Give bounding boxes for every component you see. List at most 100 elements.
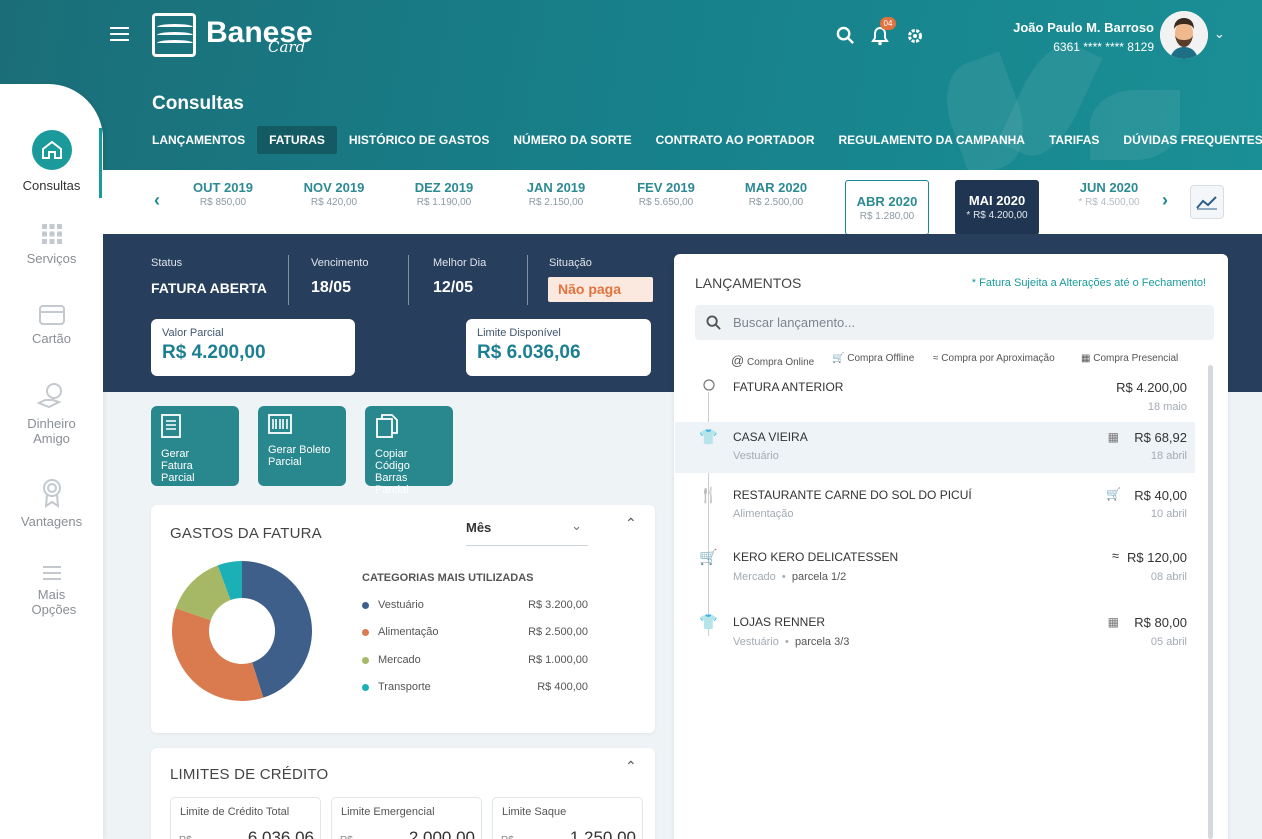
transaction-search-input[interactable]: Buscar lançamento... — [695, 305, 1214, 340]
category-row: Alimentação R$ 2.500,00 — [362, 626, 588, 644]
partial-value-box: Valor Parcial R$ 4.200,00 — [151, 319, 355, 376]
copy-barcode-button[interactable]: Copiar Código Barras Parcial — [365, 406, 453, 496]
transaction-name: FATURA ANTERIOR — [733, 380, 844, 394]
at-icon: @ — [731, 353, 745, 368]
category-row: Transporte R$ 400,00 — [362, 681, 588, 699]
best-day-value: 12/05 — [433, 279, 474, 296]
month-item[interactable]: DEZ 2019 R$ 1.190,00 — [402, 180, 486, 236]
chevron-right-icon[interactable]: › — [1162, 190, 1168, 211]
partial-value: R$ 4.200,00 — [162, 342, 266, 363]
sidebar-item-label: Mais Opções — [31, 587, 77, 617]
sidebar-item-label: Dinheiro Amigo — [27, 416, 76, 446]
category-value: R$ 400,00 — [537, 681, 588, 693]
pos-icon: ▦ — [1107, 430, 1119, 444]
wifi-icon: ≈ — [1111, 548, 1119, 563]
trend-chart-button[interactable] — [1190, 185, 1224, 219]
transaction-row[interactable]: 🍴 RESTAURANTE CARNE DO SOL DO PICUÍ Alim… — [675, 480, 1195, 530]
donut-slice-alimentação — [172, 608, 264, 701]
generate-partial-boleto-button[interactable]: Gerar Boleto Parcial — [258, 406, 346, 486]
transaction-row[interactable]: 🛒 KERO KERO DELICATESSEN Mercado • parce… — [675, 542, 1195, 592]
period-select[interactable]: Mês ⌄ — [466, 518, 588, 546]
tab-duvidas-frequentes[interactable]: DÚVIDAS FREQUENTES — [1111, 126, 1262, 154]
categories-title: CATEGORIAS MAIS UTILIZADAS — [362, 572, 534, 584]
currency-label: R$ — [501, 835, 514, 839]
transaction-amount: R$ 40,00 — [1134, 488, 1187, 503]
sidebar-item-vantagens[interactable]: Vantagens — [0, 478, 103, 529]
limit-label: Limite Emergencial — [341, 806, 435, 818]
month-item[interactable]: FEV 2019 R$ 5.650,00 — [624, 180, 708, 236]
avatar[interactable] — [1160, 11, 1208, 59]
chevron-down-icon[interactable]: ⌄ — [1214, 26, 1225, 42]
category-name: Vestuário — [378, 599, 424, 611]
category-name: Alimentação — [378, 626, 439, 638]
currency-label: R$ — [340, 835, 353, 839]
installment-label: parcela 1/2 — [791, 571, 847, 583]
sidebar-item-consultas[interactable]: Consultas — [0, 130, 103, 193]
tab-regulamento-campanha[interactable]: REGULAMENTO DA CAMPANHA — [827, 126, 1037, 154]
sidebar — [0, 84, 103, 839]
scrollbar[interactable] — [1208, 365, 1213, 839]
spending-title: GASTOS DA FATURA — [170, 525, 322, 542]
month-item[interactable]: JAN 2019 R$ 2.150,00 — [514, 180, 598, 236]
transaction-row[interactable]: 👕 LOJAS RENNER Vestuário • parcela 3/3 ▦… — [675, 607, 1195, 657]
month-item[interactable]: NOV 2019 R$ 420,00 — [292, 180, 376, 236]
action-label: Parcial — [268, 456, 302, 468]
limit-box: Limite Emergencial R$ 2.000,00 — [331, 797, 482, 839]
invoice-icon — [161, 414, 181, 438]
tab-numero-sorte[interactable]: NÚMERO DA SORTE — [501, 126, 643, 154]
basket-icon: 🛒 — [699, 549, 718, 566]
limit-box: Limite Saque R$ 1.250,00 — [492, 797, 643, 839]
transaction-date: 18 maio — [1147, 401, 1187, 413]
gear-icon[interactable] — [906, 27, 924, 45]
transaction-date: 10 abril — [1150, 508, 1187, 520]
month-item[interactable]: MAR 2020 R$ 2.500,00 — [734, 180, 818, 236]
limit-label: Limite de Crédito Total — [180, 806, 290, 818]
consultas-tabs: LANÇAMENTOS FATURAS HISTÓRICO DE GASTOS … — [140, 126, 1262, 154]
transaction-row[interactable]: 👕 CASA VIEIRA Vestuário ▦ R$ 68,92 18 ab… — [675, 422, 1195, 473]
shirt-icon: 👕 — [699, 429, 718, 446]
currency-label: R$ — [179, 835, 192, 839]
sidebar-item-cartao[interactable]: Cartão — [0, 305, 103, 346]
partial-value-label: Valor Parcial — [162, 327, 224, 339]
limit-value: 6.036,06 — [247, 828, 314, 839]
category-color-dot — [362, 601, 369, 609]
sidebar-item-mais-opcoes[interactable]: Mais Opções — [0, 565, 103, 617]
month-item[interactable]: JUN 2020 * R$ 4.500,00 — [1066, 180, 1152, 236]
sidebar-item-label: Cartão — [31, 331, 72, 346]
cutlery-icon: 🍴 — [699, 487, 718, 504]
barcode-icon — [268, 414, 292, 434]
month-item-selected[interactable]: ABR 2020 R$ 1.280,00 — [845, 180, 929, 235]
hamburger-menu-icon[interactable] — [110, 27, 129, 41]
month-item[interactable]: OUT 2019 R$ 850,00 — [181, 180, 265, 236]
collapse-icon[interactable]: ⌃ — [625, 758, 637, 775]
transaction-row[interactable]: FATURA ANTERIOR R$ 4.200,00 18 maio — [675, 375, 1195, 420]
tab-lancamentos[interactable]: LANÇAMENTOS — [140, 126, 257, 154]
credit-limits-title: LIMITES DE CRÉDITO — [170, 766, 329, 783]
menu-icon — [42, 566, 61, 580]
tab-tarifas[interactable]: TARIFAS — [1037, 126, 1111, 154]
tab-historico-gastos[interactable]: HISTÓRICO DE GASTOS — [337, 126, 501, 154]
available-limit-value: R$ 6.036,06 — [477, 342, 581, 363]
notification-badge: 04 — [880, 17, 896, 30]
sidebar-item-dinheiro-amigo[interactable]: Dinheiro Amigo — [0, 382, 103, 446]
divider — [527, 255, 528, 305]
wifi-icon: ≈ — [933, 353, 939, 364]
spending-donut-chart — [172, 561, 312, 701]
available-limit-box: Limite Disponível R$ 6.036,06 — [466, 319, 651, 376]
transaction-date: 08 abril — [1150, 571, 1187, 583]
search-icon[interactable] — [836, 26, 855, 45]
month-item-current[interactable]: MAI 2020 * R$ 4.200,00 — [955, 180, 1039, 235]
category-value: R$ 2.500,00 — [528, 626, 588, 638]
transactions-title: LANÇAMENTOS — [695, 275, 802, 291]
shirt-icon: 👕 — [699, 614, 718, 631]
situation-badge: Não paga — [548, 277, 653, 302]
due-value: 18/05 — [311, 279, 352, 296]
sidebar-item-servicos[interactable]: Serviços — [0, 223, 103, 266]
tab-contrato-portador[interactable]: CONTRATO AO PORTADOR — [644, 126, 827, 154]
chevron-left-icon[interactable]: ‹ — [154, 190, 160, 211]
legend-presencial: ▦ Compra Presencial — [1081, 353, 1179, 364]
transaction-date: 05 abril — [1150, 636, 1187, 648]
generate-partial-invoice-button[interactable]: Gerar Fatura Parcial — [151, 406, 239, 486]
collapse-icon[interactable]: ⌃ — [625, 515, 637, 532]
tab-faturas[interactable]: FATURAS — [257, 126, 337, 154]
